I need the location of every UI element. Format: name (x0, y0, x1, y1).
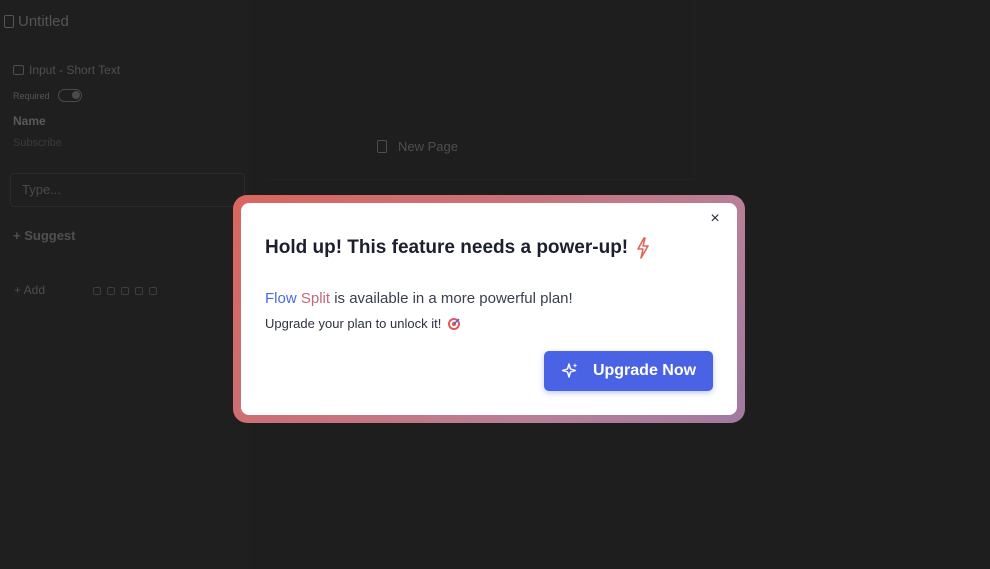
field-type-text: Input - Short Text (29, 63, 121, 77)
document-icon (4, 15, 14, 28)
page-node[interactable]: New Page (377, 139, 458, 154)
unlock-text: Upgrade your plan to unlock it! (265, 316, 461, 331)
add-button[interactable]: + Add (14, 283, 45, 297)
document-title-text: Untitled (18, 13, 69, 30)
type-input[interactable]: Type... (10, 173, 245, 207)
required-toggle[interactable] (57, 89, 82, 102)
settings-icon[interactable] (121, 287, 129, 295)
feature-availability-text: Flow Split is available in a more powerf… (265, 290, 573, 307)
modal-title-text: Hold up! This feature needs a power-up! (265, 237, 629, 258)
suggest-button[interactable]: + Suggest (13, 228, 76, 243)
required-row: Required (13, 89, 82, 102)
lightning-bolt-icon (637, 237, 649, 259)
list-icon[interactable] (107, 287, 115, 295)
upgrade-modal-frame: × Hold up! This feature needs a power-up… (233, 195, 745, 423)
modal-title: Hold up! This feature needs a power-up! (265, 237, 650, 259)
target-icon (448, 317, 461, 330)
close-icon[interactable]: × (707, 211, 723, 227)
upgrade-now-label: Upgrade Now (592, 362, 697, 379)
field-subtitle: Subscribe (13, 137, 62, 149)
edit-icon (13, 65, 24, 75)
sidebar: Untitled Input - Short Text Required Nam… (0, 0, 250, 569)
page-node-label: New Page (398, 139, 458, 154)
app-window: Untitled Input - Short Text Required Nam… (0, 0, 990, 569)
sparkle-icon (561, 363, 578, 378)
required-label: Required (13, 90, 50, 101)
copy-icon[interactable] (135, 287, 143, 295)
delete-icon[interactable] (149, 287, 157, 295)
field-name: Name (13, 114, 46, 128)
field-type-label: Input - Short Text (13, 63, 120, 77)
feature-suffix: is available in a more powerful plan! (334, 290, 573, 307)
upgrade-modal: × Hold up! This feature needs a power-up… (241, 203, 737, 415)
field-toolbar (93, 287, 157, 295)
flow-canvas (265, 0, 695, 180)
document-title[interactable]: Untitled (4, 13, 69, 30)
upgrade-now-button[interactable]: Upgrade Now (544, 351, 713, 391)
image-icon[interactable] (93, 287, 101, 295)
page-icon (377, 140, 387, 153)
feature-name: Flow Split (265, 290, 331, 307)
unlock-text-label: Upgrade your plan to unlock it! (265, 316, 442, 331)
